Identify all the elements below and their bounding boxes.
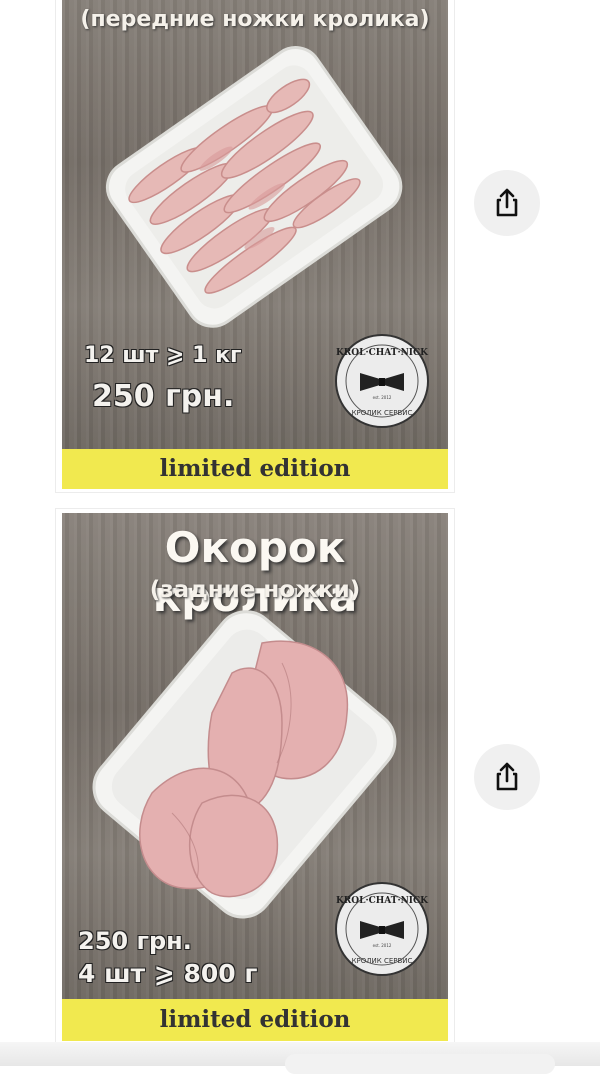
limited-edition-badge: limited edition	[62, 999, 448, 1041]
bottom-pill	[285, 1054, 555, 1074]
product-subtitle: (задние ножки)	[149, 577, 361, 603]
share-button[interactable]	[474, 170, 540, 236]
svg-text:КРОЛИК СЕРВИС: КРОЛИК СЕРВИС	[352, 409, 413, 417]
price-quantity: 12 шт ⩾ 1 кг	[84, 343, 242, 368]
limited-edition-badge: limited edition	[62, 449, 448, 489]
price-amount: 250 грн.	[92, 379, 235, 414]
svg-text:est. 2012: est. 2012	[373, 395, 392, 400]
share-button[interactable]	[474, 744, 540, 810]
svg-text:est. 2012: est. 2012	[373, 943, 392, 948]
svg-text:KROL·CHAT·NICK: KROL·CHAT·NICK	[336, 348, 429, 358]
share-icon	[496, 188, 518, 217]
product-photo: Окорок кролика (задние ножки) 250 грн. 4…	[62, 513, 448, 999]
svg-text:КРОЛИК СЕРВИС: КРОЛИК СЕРВИС	[352, 957, 413, 965]
product-card-rabbit-leg[interactable]: Окорок кролика (задние ножки) 250 грн. 4…	[55, 508, 455, 1048]
meat-tray-image	[92, 610, 397, 919]
product-card-front-legs[interactable]: (передние ножки кролика) 12 шт ⩾ 1 кг 25…	[55, 0, 455, 493]
krol-chat-nick-logo: KROL·CHAT·NICK est. 2012 КРОЛИК СЕРВИС	[335, 882, 429, 976]
krol-chat-nick-logo: KROL·CHAT·NICK est. 2012 КРОЛИК СЕРВИС	[335, 334, 429, 428]
svg-text:KROL·CHAT·NICK: KROL·CHAT·NICK	[336, 896, 429, 906]
product-subtitle: (передние ножки кролика)	[80, 7, 430, 32]
price-amount: 250 грн.	[78, 927, 192, 955]
meat-tray-image	[105, 46, 403, 328]
product-photo: (передние ножки кролика) 12 шт ⩾ 1 кг 25…	[62, 0, 448, 449]
price-quantity: 4 шт ⩾ 800 г	[78, 959, 258, 988]
share-icon	[496, 762, 518, 791]
